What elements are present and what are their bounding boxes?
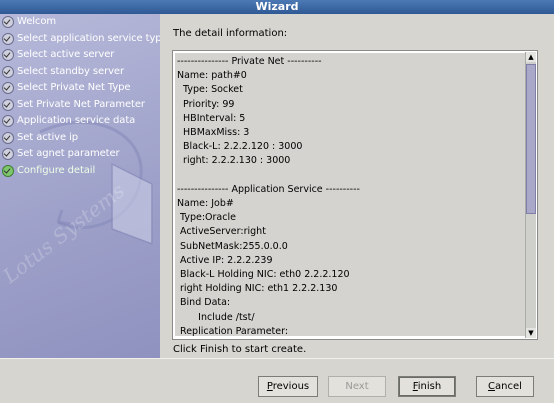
check-icon (2, 49, 14, 62)
detail-textarea[interactable]: --------------- Private Net ---------- N… (172, 50, 538, 340)
sidebar-watermark-text: Lotus Systems (0, 178, 129, 288)
finish-button[interactable]: Finish (398, 376, 456, 397)
next-label: Next (345, 381, 369, 392)
check-icon (2, 98, 14, 111)
wizard-step: Select application service type (2, 31, 160, 48)
wizard-step-label: Welcom (17, 16, 56, 27)
check-icon (2, 148, 14, 161)
wizard-steps-sidebar: Lotus Systems Welcom Select application … (0, 14, 160, 358)
next-button[interactable]: Next (328, 376, 386, 397)
previous-button[interactable]: Previous (258, 376, 318, 397)
wizard-step: Set Private Net Parameter (2, 97, 160, 114)
wizard-step: Set active ip (2, 130, 160, 147)
detail-text-area[interactable]: --------------- Private Net ---------- N… (175, 53, 527, 336)
check-icon (2, 32, 14, 45)
wizard-step: Select standby server (2, 64, 160, 81)
cancel-mnemonic: C (488, 381, 496, 392)
check-icon (2, 65, 14, 78)
scroll-up-icon[interactable]: ▲ (526, 52, 536, 62)
detail-heading: The detail information: (173, 28, 288, 39)
wizard-step-label: Select application service type (17, 32, 160, 44)
detail-text: --------------- Private Net ---------- N… (177, 56, 360, 336)
wizard-step-label: Set agnet parameter (17, 148, 120, 159)
wizard-step-label: Select Private Net Type (17, 82, 131, 93)
check-icon (2, 115, 14, 128)
window-title-bar[interactable]: Wizard (0, 0, 554, 14)
scroll-down-icon[interactable]: ▼ (526, 328, 536, 338)
finish-label-rest: inish (417, 381, 442, 392)
window-title: Wizard (255, 0, 299, 13)
check-icon (2, 82, 14, 95)
wizard-step-label: Configure detail (17, 164, 96, 176)
wizard-step: Welcom (2, 14, 160, 31)
cancel-button[interactable]: Cancel (476, 376, 534, 397)
cancel-label-rest: ancel (495, 381, 522, 392)
wizard-step-label: Application service data (17, 115, 136, 126)
wizard-step-label: Set active ip (17, 131, 78, 143)
wizard-step: Select active server (2, 47, 160, 64)
scrollbar-thumb[interactable] (526, 64, 536, 214)
check-icon (2, 164, 14, 177)
check-icon (2, 131, 14, 144)
finish-hint-text: Click Finish to start create. (173, 344, 307, 355)
wizard-step-label: Select active server (17, 49, 115, 60)
wizard-step: Application service data (2, 113, 160, 130)
wizard-step-label: Set Private Net Parameter (17, 98, 145, 110)
vertical-scrollbar[interactable]: ▲ ▼ (525, 52, 536, 338)
check-icon (2, 16, 14, 29)
wizard-button-bar: Previous Next Finish Cancel (0, 358, 554, 403)
wizard-steps-list: Welcom Select application service type S… (2, 14, 160, 179)
wizard-content-panel: The detail information: --------------- … (160, 14, 554, 358)
previous-label-rest: revious (272, 381, 310, 392)
wizard-step-label: Select standby server (17, 65, 124, 77)
wizard-step: Select Private Net Type (2, 80, 160, 97)
wizard-step-current: Configure detail (2, 163, 160, 180)
wizard-step: Set agnet parameter (2, 146, 160, 163)
